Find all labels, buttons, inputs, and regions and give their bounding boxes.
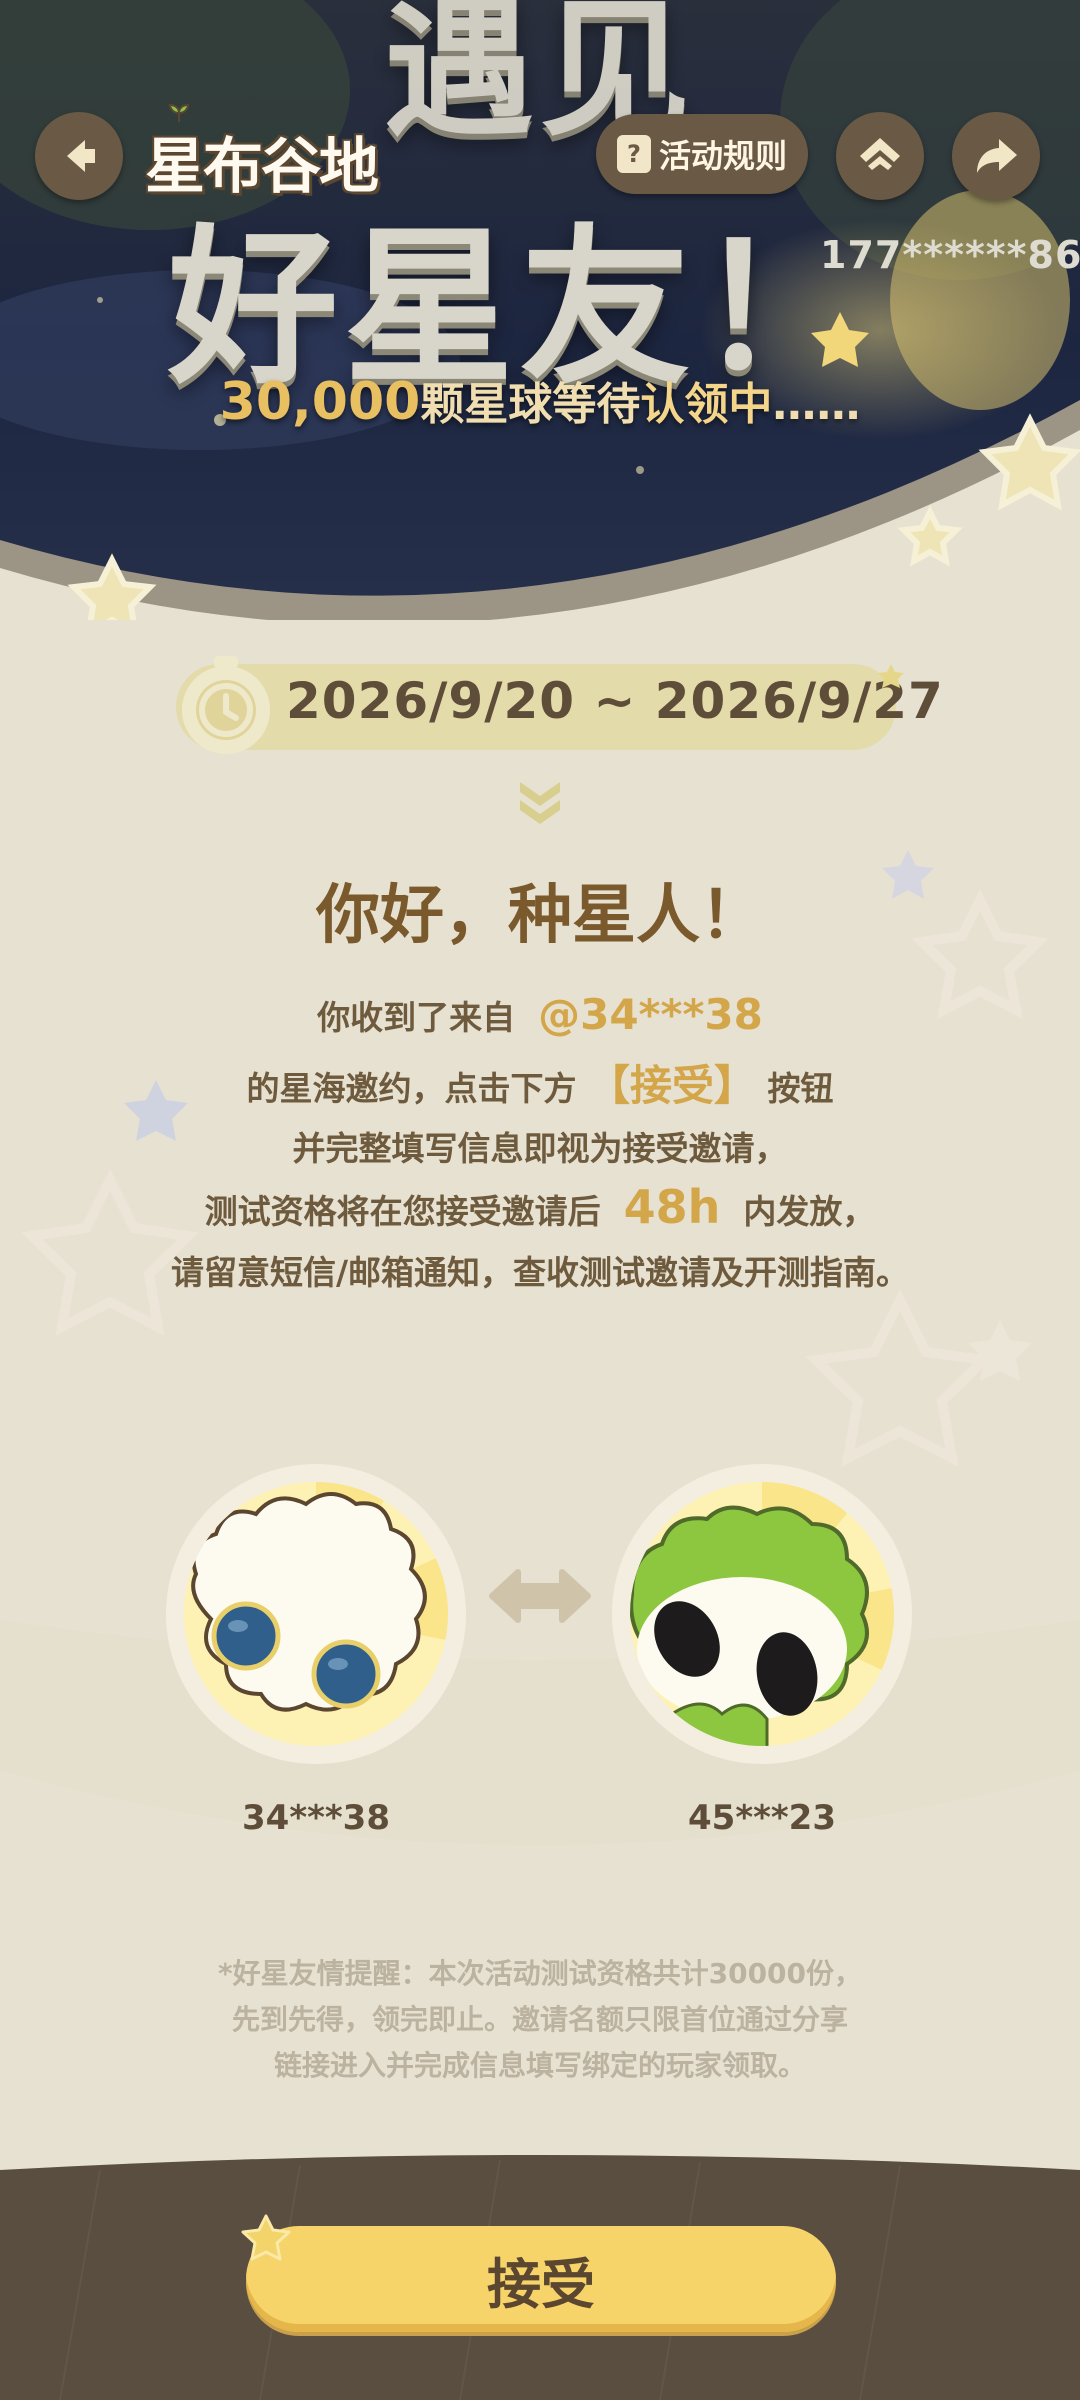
greeting-title: 你好，种星人！ (316, 879, 764, 953)
share-icon (977, 139, 1017, 173)
back-icon (67, 140, 95, 172)
message-line1-text: 你收到了来自 (317, 998, 516, 1037)
chevron-down-icon (520, 782, 560, 824)
message-line-5: 请留意短信/邮箱通知，查收测试邀请及开测指南。 (170, 1253, 910, 1292)
notice-line-2: 先到先得，领完即止。邀请名额只限首位通过分享 (231, 2003, 848, 2036)
accept-button[interactable]: 接受 (246, 2226, 836, 2332)
rules-label: 活动规则 (658, 137, 787, 175)
sheep-avatar-icon (176, 1474, 456, 1754)
message-line-2: 的星海邀约，点击下方 【接受】 按钮 (0, 1052, 1080, 1113)
subtitle-number: 30,000 (219, 372, 421, 432)
message-line-4: 测试资格将在您接受邀请后 48h 内发放， (0, 1180, 1080, 1234)
hero-subtitle: 30,000颗星球等待认领中…… (0, 368, 1080, 432)
back-button[interactable] (35, 112, 123, 200)
rules-question-icon: ? (616, 135, 651, 173)
invitee-avatar (612, 1464, 912, 1764)
subtitle-highlight: 认领中 (640, 379, 773, 430)
accept-star-icon (241, 2214, 291, 2261)
event-date-range: 2026/9/20 ~ 2026/9/27 (286, 672, 944, 730)
message-line2-tail: 按钮 (767, 1069, 834, 1108)
background-decoration (0, 850, 1080, 1845)
panda-avatar-icon (622, 1474, 902, 1754)
notice-line-3: 链接进入并完成信息填写绑定的玩家领取。 (273, 2049, 806, 2082)
invitee-username: 45***23 (688, 1798, 836, 1838)
game-logo: 星布谷地 (145, 132, 379, 202)
clock-icon (182, 656, 270, 754)
inviter-avatar (166, 1464, 466, 1764)
message-line-3: 并完整填写信息即视为接受邀请， (292, 1129, 788, 1168)
activity-rules-button[interactable]: ? 活动规则 (596, 114, 808, 194)
hero-banner: 遇见 好星友！ 30,000颗星球等待认领中…… 星布谷地 ? 活动规则 177… (0, 0, 1080, 620)
date-sparkle-icon (878, 664, 904, 688)
accept-keyword: 【接受】 (587, 1061, 756, 1110)
user-phone-masked: 177******86 (820, 233, 1080, 277)
share-button[interactable] (952, 112, 1040, 200)
swap-arrows-icon (489, 1569, 591, 1623)
home-icon (860, 138, 900, 170)
inviter-username: 34***38 (242, 1798, 390, 1838)
subtitle-mid: 颗星球等待 (420, 379, 641, 430)
inviter-mention: @34***38 (538, 990, 763, 1039)
message-line2-text: 的星海邀约，点击下方 (246, 1069, 577, 1108)
subtitle-tail: …… (772, 379, 861, 430)
home-button[interactable] (836, 112, 924, 200)
message-line4-text: 测试资格将在您接受邀请后 (204, 1192, 601, 1231)
message-line4-tail: 内发放， (743, 1192, 876, 1231)
message-line-1: 你收到了来自 @34***38 (0, 990, 1080, 1039)
notice-line-1: *好星友情提醒：本次活动测试资格共计30000份， (217, 1957, 863, 1990)
delivery-time: 48h (623, 1180, 721, 1234)
